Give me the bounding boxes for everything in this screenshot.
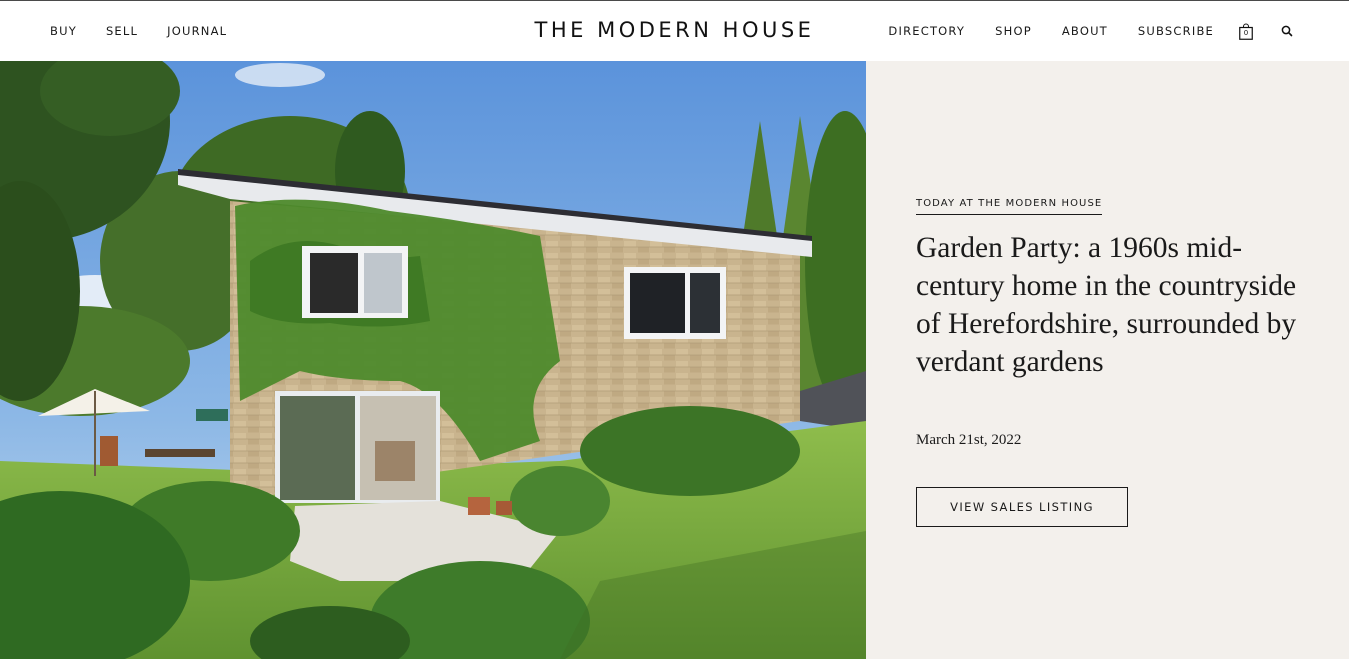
nav-link-sell[interactable]: SELL xyxy=(106,25,138,38)
search-icon xyxy=(1281,25,1293,37)
search-button[interactable] xyxy=(1281,25,1294,38)
bag-count-badge: 0 xyxy=(1243,29,1249,37)
nav-link-shop[interactable]: SHOP xyxy=(995,25,1032,38)
feature-date: March 21st, 2022 xyxy=(916,432,1022,448)
view-sales-listing-button[interactable]: VIEW SALES LISTING xyxy=(916,487,1128,527)
brand-logo[interactable]: THE MODERN HOUSE xyxy=(535,18,815,42)
nav-link-directory[interactable]: DIRECTORY xyxy=(888,25,965,38)
nav-link-buy[interactable]: BUY xyxy=(50,25,77,38)
site-header: BUY SELL JOURNAL THE MODERN HOUSE DIRECT… xyxy=(0,0,1349,61)
feature-panel: TODAY AT THE MODERN HOUSE Garden Party: … xyxy=(866,61,1349,659)
nav-link-journal[interactable]: JOURNAL xyxy=(167,25,227,38)
primary-nav: BUY SELL JOURNAL xyxy=(50,1,256,62)
nav-link-about[interactable]: ABOUT xyxy=(1062,25,1108,38)
house-photo xyxy=(0,61,866,659)
nav-link-subscribe[interactable]: SUBSCRIBE xyxy=(1138,25,1214,38)
shopping-bag-button[interactable]: 0 xyxy=(1239,23,1253,40)
hero-image[interactable] xyxy=(0,61,866,659)
feature-kicker[interactable]: TODAY AT THE MODERN HOUSE xyxy=(916,198,1103,215)
secondary-nav: DIRECTORY SHOP ABOUT SUBSCRIBE 0 xyxy=(858,1,1294,62)
feature-headline[interactable]: Garden Party: a 1960s mid-century home i… xyxy=(916,229,1311,381)
